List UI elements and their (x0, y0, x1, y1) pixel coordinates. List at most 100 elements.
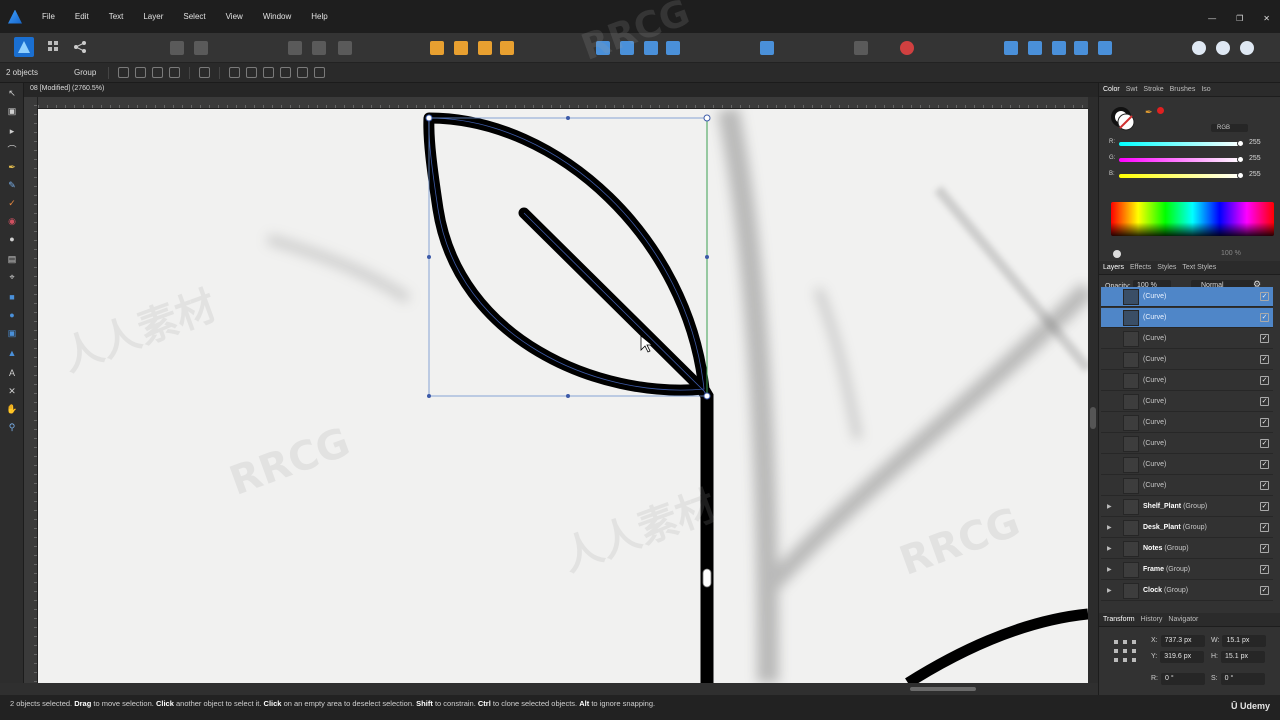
menu-edit[interactable]: Edit (65, 12, 99, 21)
hand-tool-icon[interactable]: ✋ (6, 403, 18, 415)
transform-objects-separately-icon[interactable] (152, 67, 164, 78)
rounded-rectangle-tool-icon[interactable]: ▣ (6, 327, 18, 339)
vertical-scrollbar[interactable] (1088, 97, 1098, 683)
rotate-left-icon[interactable] (644, 41, 658, 55)
layer-row[interactable]: ▶ Shelf_Plant (Group) ✓ (1101, 497, 1273, 517)
grid-icon[interactable] (854, 41, 868, 55)
snap-node-icon[interactable] (312, 41, 326, 55)
layer-row[interactable]: ▶ Desk_Plant (Group) ✓ (1101, 518, 1273, 538)
tab-history[interactable]: History (1141, 616, 1163, 623)
node-tool-icon[interactable]: ▸ (6, 125, 18, 137)
layer-row[interactable]: (Curve) ✓ (1101, 413, 1273, 433)
layer-row[interactable]: (Curve) ✓ (1101, 434, 1273, 454)
y-field[interactable]: 319.6 px (1160, 651, 1205, 663)
menu-layer[interactable]: Layer (133, 12, 173, 21)
layer-row[interactable]: ▶ Notes (Group) ✓ (1101, 539, 1273, 559)
tab-navigator[interactable]: Navigator (1168, 616, 1198, 623)
expand-arrow-icon[interactable]: ▶ (1107, 503, 1112, 510)
snapping-magnet-icon[interactable] (900, 41, 914, 55)
anchor-grid-icon[interactable] (1113, 639, 1137, 663)
visibility-checkbox[interactable]: ✓ (1260, 355, 1269, 364)
tab-color[interactable]: Color (1103, 86, 1120, 93)
place-image-icon[interactable]: ▤ (6, 253, 18, 265)
export-persona-icon[interactable] (70, 37, 90, 57)
layer-row[interactable]: (Curve) ✓ (1101, 371, 1273, 391)
pot-rim[interactable] (905, 608, 1088, 683)
artboard-tool-icon[interactable]: ▣ (6, 105, 18, 117)
snap-bbox-icon[interactable] (288, 41, 302, 55)
minimize-icon[interactable]: — (1208, 14, 1216, 23)
color-picker-tool-icon[interactable]: ✕ (6, 385, 18, 397)
visibility-checkbox[interactable]: ✓ (1260, 376, 1269, 385)
blue-slider[interactable]: B: 255 (1109, 171, 1275, 181)
shear-field[interactable]: 0 ° (1220, 673, 1265, 685)
layer-row[interactable]: (Curve) ✓ (1101, 350, 1273, 370)
scale-with-object-icon[interactable] (169, 67, 181, 78)
expand-arrow-icon[interactable]: ▶ (1107, 524, 1112, 531)
green-value[interactable]: 255 (1249, 155, 1261, 162)
rotation-field[interactable]: 0 ° (1161, 673, 1205, 685)
x-field[interactable]: 737.3 px (1160, 635, 1205, 647)
boolean-subtract-icon[interactable] (1028, 41, 1042, 55)
layer-row[interactable]: ▶ Clock (Group) ✓ (1101, 581, 1273, 601)
green-slider[interactable]: G: 255 (1109, 155, 1275, 165)
restore-icon[interactable]: ❐ (1236, 14, 1243, 23)
no-color-swatch[interactable] (1157, 107, 1164, 114)
visibility-checkbox[interactable]: ✓ (1260, 334, 1269, 343)
visibility-checkbox[interactable]: ✓ (1260, 565, 1269, 574)
visibility-checkbox[interactable]: ✓ (1260, 418, 1269, 427)
menu-view[interactable]: View (216, 12, 253, 21)
transparency-tool-icon[interactable]: ● (6, 233, 18, 245)
arrange-back-icon[interactable] (430, 41, 444, 55)
visibility-checkbox[interactable]: ✓ (1260, 397, 1269, 406)
tab-text-styles[interactable]: Text Styles (1182, 264, 1216, 271)
layer-row[interactable]: (Curve) ✓ (1101, 329, 1273, 349)
transform-origin-icon[interactable] (118, 67, 130, 78)
menu-select[interactable]: Select (173, 12, 215, 21)
expand-arrow-icon[interactable]: ▶ (1107, 587, 1112, 594)
visibility-checkbox[interactable]: ✓ (1260, 439, 1269, 448)
align-center-icon[interactable] (246, 67, 258, 78)
color-model-select[interactable]: RGB (1211, 124, 1249, 132)
fill-tool-icon[interactable]: ◉ (6, 215, 18, 227)
red-value[interactable]: 255 (1249, 139, 1261, 146)
pixel-persona-icon[interactable] (44, 37, 64, 57)
tab-layers[interactable]: Layers (1103, 264, 1124, 271)
visibility-checkbox[interactable]: ✓ (1260, 460, 1269, 469)
ellipse-tool-icon[interactable]: ● (6, 309, 18, 321)
layer-row[interactable]: (Curve) ✓ (1101, 455, 1273, 475)
align-icon[interactable] (760, 41, 774, 55)
visibility-checkbox[interactable]: ✓ (1260, 481, 1269, 490)
color-spectrum[interactable] (1111, 202, 1274, 236)
pencil-tool-icon[interactable]: ✎ (6, 179, 18, 191)
expand-arrow-icon[interactable]: ▶ (1107, 545, 1112, 552)
layer-row[interactable]: ▶ Frame (Group) ✓ (1101, 560, 1273, 580)
horizontal-scrollbar[interactable] (910, 687, 976, 691)
width-field[interactable]: 15.1 px (1222, 635, 1267, 647)
opacity-dot-icon[interactable] (1113, 250, 1121, 258)
rotate-right-icon[interactable] (666, 41, 680, 55)
brush-tool-icon[interactable]: ✓ (6, 197, 18, 209)
opacity-readout[interactable]: 100 % (1221, 250, 1241, 257)
fill-stroke-icon[interactable] (1111, 107, 1137, 133)
align-middle-icon[interactable] (297, 67, 309, 78)
tab-brushes[interactable]: Brushes (1170, 86, 1196, 93)
group-button[interactable]: Group (68, 68, 102, 77)
layer-row[interactable]: (Curve) ✓ (1101, 287, 1273, 307)
zoom-tool-icon[interactable]: ⚲ (6, 421, 18, 433)
hide-selection-box-icon[interactable] (135, 67, 147, 78)
snap-grid-icon[interactable] (338, 41, 352, 55)
rectangle-tool-icon[interactable]: ■ (6, 291, 18, 303)
visibility-checkbox[interactable]: ✓ (1260, 313, 1269, 322)
visibility-checkbox[interactable]: ✓ (1260, 502, 1269, 511)
menu-help[interactable]: Help (301, 12, 337, 21)
visibility-checkbox[interactable]: ✓ (1260, 292, 1269, 301)
visibility-checkbox[interactable]: ✓ (1260, 586, 1269, 595)
menu-window[interactable]: Window (253, 12, 301, 21)
arrange-backward-icon[interactable] (454, 41, 468, 55)
rotate-icon[interactable] (199, 67, 211, 78)
tab-styles[interactable]: Styles (1157, 264, 1176, 271)
align-bottom-icon[interactable] (314, 67, 326, 78)
menu-file[interactable]: File (32, 12, 65, 21)
tab-iso[interactable]: Iso (1201, 86, 1210, 93)
